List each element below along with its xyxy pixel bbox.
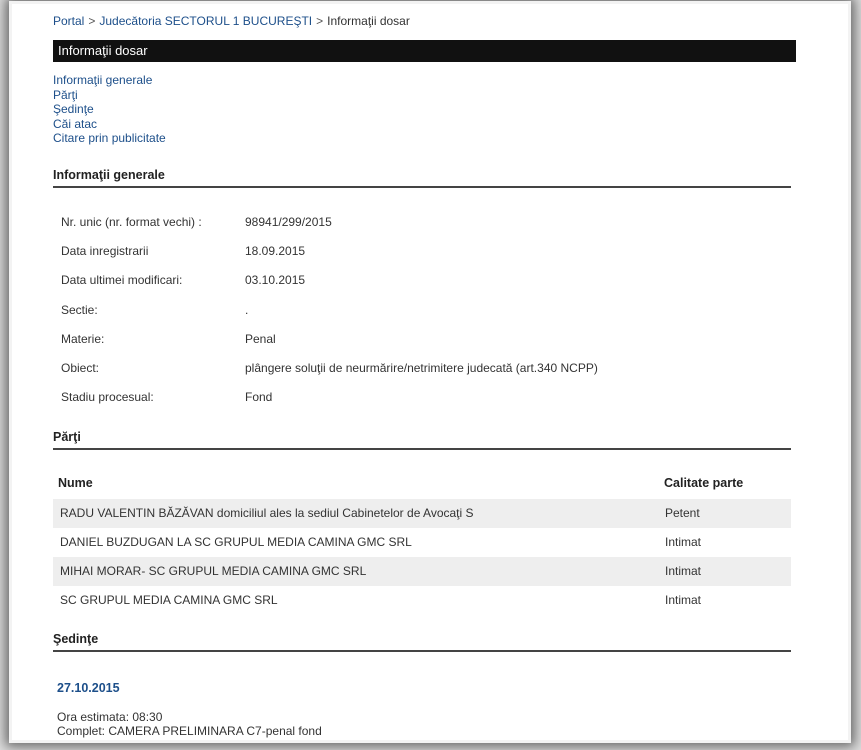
info-label: Stadiu procesual: — [61, 390, 154, 404]
party-role: Intimat — [665, 564, 702, 578]
nav-link-informatii-generale[interactable]: Informaţii generale — [53, 73, 166, 88]
party-role: Intimat — [665, 593, 702, 607]
info-value: 18.09.2015 — [245, 244, 306, 258]
party-name: SC GRUPUL MEDIA CAMINA GMC SRL — [60, 593, 278, 607]
column-header-calitate: Calitate parte — [664, 476, 744, 490]
info-value: 98941/299/2015 — [245, 215, 332, 229]
sedinta-ora: Ora estimata: 08:30 — [57, 710, 163, 724]
info-value: Penal — [245, 332, 276, 346]
nav-link-citare[interactable]: Citare prin publicitate — [53, 131, 166, 146]
info-label: Obiect: — [61, 361, 100, 375]
breadcrumb: Portal > Judecătoria SECTORUL 1 BUCUREŞTI >… — [53, 14, 410, 28]
info-label: Nr. unic (nr. format vechi) : — [61, 215, 202, 229]
party-role: Intimat — [665, 535, 702, 549]
page-title-bar: Informaţii dosar — [53, 40, 796, 62]
info-label: Data inregistrarii — [61, 244, 149, 258]
info-row-data-modificari: Data ultimei modificari: 03.10.2015 — [61, 273, 305, 287]
party-role: Petent — [665, 506, 700, 520]
nav-link-cai-atac[interactable]: Căi atac — [53, 117, 166, 132]
info-value: 03.10.2015 — [245, 273, 306, 287]
info-label: Sectie: — [61, 303, 98, 317]
sedinta-complet: Complet: CAMERA PRELIMINARA C7-penal fon… — [57, 724, 322, 738]
info-value: Fond — [245, 390, 273, 404]
breadcrumb-portal-link[interactable]: Portal — [53, 14, 84, 28]
section-heading-sedinte: Şedinţe — [53, 632, 791, 652]
party-name: RADU VALENTIN BĂZĂVAN domiciliul ales la… — [60, 506, 474, 520]
party-name: DANIEL BUZDUGAN LA SC GRUPUL MEDIA CAMIN… — [60, 535, 412, 549]
info-row-obiect: Obiect: plângere soluţii de neurmărire/ne… — [61, 361, 598, 375]
column-header-nume: Nume — [58, 476, 93, 490]
info-row-nr-unic: Nr. unic (nr. format vechi) : 98941/299/2… — [61, 215, 332, 229]
info-row-sectie: Sectie:. — [61, 303, 248, 317]
table-row: MIHAI MORAR- SC GRUPUL MEDIA CAMINA GMC … — [53, 557, 791, 586]
section-nav: Informaţii generale Părţi Şedinţe Căi at… — [53, 73, 166, 146]
breadcrumb-current: Informaţii dosar — [327, 14, 410, 28]
breadcrumb-court-link[interactable]: Judecătoria SECTORUL 1 BUCUREŞTI — [99, 14, 312, 28]
info-row-materie: Materie: Penal — [61, 332, 276, 346]
info-label: Data ultimei modificari: — [61, 273, 183, 287]
party-name: MIHAI MORAR- SC GRUPUL MEDIA CAMINA GMC … — [60, 564, 367, 578]
table-row: DANIEL BUZDUGAN LA SC GRUPUL MEDIA CAMIN… — [53, 528, 791, 557]
section-heading-general: Informaţii generale — [53, 168, 791, 188]
breadcrumb-separator: > — [88, 14, 96, 28]
sedinta-date: 27.10.2015 — [57, 681, 120, 695]
page-sheet: Portal > Judecătoria SECTORUL 1 BUCUREŞTI >… — [12, 4, 848, 740]
nav-link-sedinte[interactable]: Şedinţe — [53, 102, 166, 117]
info-row-data-inregistrarii: Data inregistrarii 18.09.2015 — [61, 244, 305, 258]
table-row: SC GRUPUL MEDIA CAMINA GMC SRL Intimat — [53, 586, 791, 615]
info-value: . — [245, 303, 249, 317]
info-row-stadiu: Stadiu procesual: Fond — [61, 390, 272, 404]
section-heading-parti: Părţi — [53, 430, 791, 450]
breadcrumb-separator: > — [316, 14, 324, 28]
info-label: Materie: — [61, 332, 105, 346]
table-row: RADU VALENTIN BĂZĂVAN domiciliul ales la… — [53, 499, 791, 528]
info-value: plângere soluţii de neurmărire/netrimite… — [245, 361, 598, 375]
nav-link-parti[interactable]: Părţi — [53, 88, 166, 103]
